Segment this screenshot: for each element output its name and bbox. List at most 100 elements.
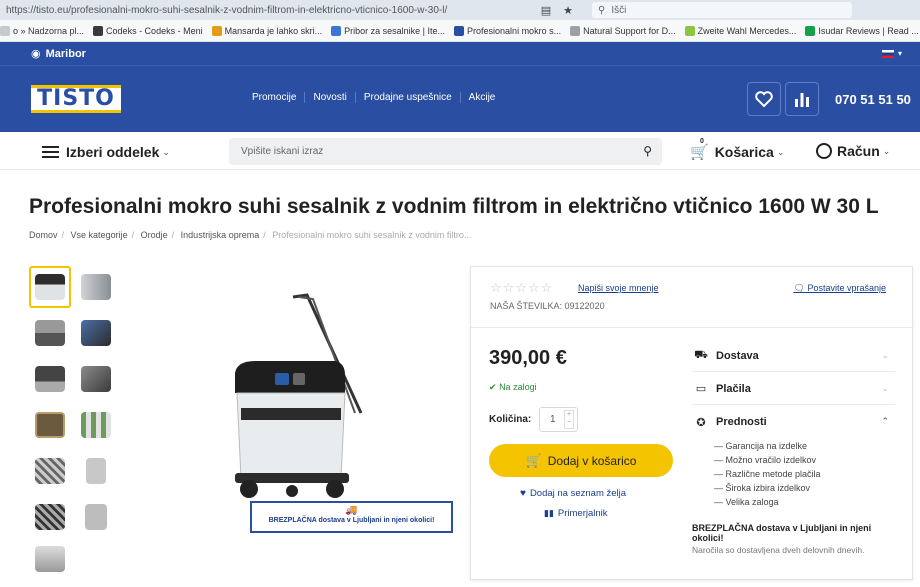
bookmark-item[interactable]: Pribor za sesalnike | Ite...	[331, 25, 446, 36]
wishlist-label: Dodaj na seznam želja	[529, 488, 627, 499]
delivery-time-note: Naročila so dostavljena dveh delovnih dn…	[692, 545, 865, 555]
compare-button[interactable]	[785, 82, 819, 116]
benefits-list: — Garancija na izdelke — Možno vračilo i…	[714, 439, 821, 509]
chat-icon: 🗨	[793, 283, 805, 293]
compare-label: Primerjalnik	[557, 508, 608, 519]
thumbnail[interactable]	[75, 404, 117, 446]
bookmark-label: Pribor za sesalnike | Ite...	[344, 25, 446, 36]
site-header: TISTO Promocije Novosti Prodajne uspešni…	[0, 66, 920, 132]
truck-icon: ⛟	[694, 348, 708, 361]
favicon-icon	[331, 25, 342, 36]
search-row: Izberi oddelek ⌄ Vpišite iskani izraz ⚲ …	[0, 132, 920, 170]
search-input[interactable]: Vpišite iskani izraz ⚲	[229, 138, 662, 165]
rating-stars[interactable]: ☆☆☆☆☆	[490, 280, 553, 296]
package-thumbnail-image	[35, 412, 65, 438]
bookmark-item[interactable]: Profesionalni mokro s...	[454, 25, 561, 36]
store-location[interactable]: ◉ Maribor	[31, 47, 86, 61]
main-product-image[interactable]	[215, 293, 365, 503]
reader-view-icon[interactable]: ▤	[538, 4, 554, 17]
bookmark-label: Mansarda je lahko skri...	[224, 25, 323, 36]
breadcrumb-tools[interactable]: Orodje	[141, 230, 168, 240]
browser-address-bar: https://tisto.eu/profesionalni-mokro-suh…	[0, 0, 920, 20]
divider	[471, 327, 914, 328]
cart-button[interactable]: 🛒 0 Košarica ⌄	[690, 138, 785, 161]
ask-question-link[interactable]: 🗨 Postavite vprašanje	[794, 283, 887, 294]
thumbnail[interactable]	[75, 450, 117, 492]
thumbnail[interactable]	[75, 312, 117, 354]
chevron-down-icon: ⌄	[162, 146, 170, 157]
thumbnail[interactable]	[29, 496, 71, 538]
language-selector[interactable]: ▾	[881, 49, 902, 58]
account-label: Račun	[837, 143, 880, 159]
product-thumbnail-image	[35, 274, 65, 300]
bar-chart-icon: ▮▮	[544, 508, 554, 518]
thumbnail[interactable]	[29, 358, 71, 400]
heart-icon: ♥	[520, 488, 526, 499]
breadcrumb-industrial[interactable]: Industrijska oprema	[181, 230, 260, 240]
quantity-label: Količina:	[489, 414, 532, 425]
write-review-link[interactable]: Napiši svoje mnenje	[578, 283, 659, 293]
free-delivery-note: BREZPLAČNA dostava v Ljubljani in njeni …	[692, 523, 872, 543]
nav-akcije[interactable]: Akcije	[459, 92, 504, 103]
bookmark-item[interactable]: Codeks - Codeks - Meni	[93, 25, 203, 36]
bookmark-star-icon[interactable]: ★	[560, 4, 576, 17]
add-to-cart-label: Dodaj v košarico	[547, 453, 637, 468]
product-title: Profesionalni mokro suhi sesalnik z vodn…	[29, 195, 879, 218]
department-menu[interactable]: Izberi oddelek ⌄	[42, 143, 170, 161]
search-placeholder: Vpišite iskani izraz	[241, 146, 324, 157]
add-to-cart-button[interactable]: 🛒 Dodaj v košarico	[489, 444, 673, 477]
phone-number[interactable]: 070 51 51 50	[835, 92, 911, 107]
thumbnail[interactable]	[29, 312, 71, 354]
compare-link[interactable]: ▮▮ Primerjalnik	[544, 508, 608, 519]
accordion-dostava[interactable]: ⛟ Dostava ⌄	[692, 340, 895, 372]
thumbnail[interactable]	[29, 538, 71, 580]
chevron-down-icon: ⌄	[881, 350, 889, 360]
bookmark-label: Codeks - Codeks - Meni	[106, 25, 203, 36]
free-delivery-badge: 🚚 BREZPLAČNA dostava v Ljubljani in njen…	[250, 501, 453, 533]
search-icon[interactable]: ⚲	[643, 144, 652, 158]
user-icon	[816, 143, 832, 159]
bookmark-item[interactable]: Mansarda je lahko skri...	[211, 25, 323, 36]
url-field[interactable]: https://tisto.eu/profesionalni-mokro-suh…	[0, 5, 538, 16]
add-to-wishlist-link[interactable]: ♥ Dodaj na seznam želja	[520, 488, 626, 499]
card-icon: ▭	[695, 383, 707, 395]
thumbnail[interactable]	[29, 266, 71, 308]
accordion-prednosti[interactable]: ✪ Prednosti ⌃	[692, 406, 895, 438]
thumbnail[interactable]	[75, 266, 117, 308]
quantity-stepper[interactable]: 1 + −	[539, 407, 578, 432]
accordion-title: Plačila	[716, 382, 751, 395]
account-button[interactable]: Račun ⌄	[816, 143, 890, 159]
breadcrumb-categories[interactable]: Vse kategorije	[71, 230, 128, 240]
truck-icon: 🚚	[345, 505, 358, 516]
list-item: — Garancija na izdelke	[714, 441, 808, 451]
nav-novosti[interactable]: Novosti	[304, 92, 354, 103]
chevron-down-icon: ⌄	[776, 146, 785, 157]
site-logo[interactable]: TISTO	[31, 85, 121, 113]
thumbnail[interactable]	[29, 404, 71, 446]
chevron-down-icon: ⌄	[881, 383, 889, 393]
favicon-icon	[570, 25, 581, 36]
nav-promocije[interactable]: Promocije	[244, 92, 304, 103]
browser-find-input[interactable]: ⚲ Išči	[592, 2, 852, 18]
quantity-value[interactable]: 1	[550, 414, 556, 425]
bookmark-label: Zweite Wahl Mercedes...	[697, 25, 797, 36]
stock-label: Na zalogi	[499, 382, 537, 392]
product-price: 390,00 €	[489, 347, 567, 369]
bookmarks-bar: o » Nadzorna pl... Codeks - Codeks - Meni…	[0, 20, 920, 42]
stock-status: ✔ Na zalogi	[489, 382, 537, 393]
favicon-icon	[0, 25, 10, 36]
wishlist-button[interactable]	[747, 82, 781, 116]
bookmark-item[interactable]: Isudar Reviews | Read ...	[805, 25, 919, 36]
nav-prodajne-uspesnice[interactable]: Prodajne uspešnice	[354, 92, 460, 103]
bookmark-item[interactable]: o » Nadzorna pl...	[0, 25, 84, 36]
bookmark-item[interactable]: Natural Support for D...	[570, 25, 676, 36]
accordion-placila[interactable]: ▭ Plačila ⌄	[692, 373, 895, 405]
hose-thumbnail-image	[35, 320, 65, 346]
stepper-arrows[interactable]: + −	[564, 410, 574, 429]
thumbnail[interactable]	[75, 496, 117, 538]
thumbnail[interactable]	[29, 450, 71, 492]
breadcrumb-home[interactable]: Domov	[29, 230, 58, 240]
thumbnail[interactable]	[75, 358, 117, 400]
list-item: — Velika zaloga	[714, 497, 779, 507]
bookmark-item[interactable]: Zweite Wahl Mercedes...	[684, 25, 797, 36]
